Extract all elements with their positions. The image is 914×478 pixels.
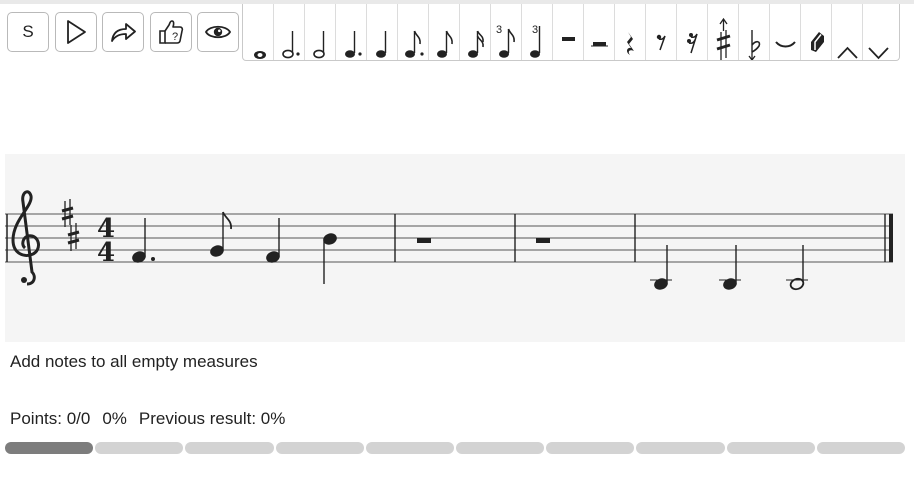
dotted-eighth-note-icon <box>405 30 424 58</box>
palette-move-up[interactable] <box>832 4 863 60</box>
palette-eighth-rest[interactable] <box>646 4 677 60</box>
half-rest-icon <box>591 42 608 47</box>
tie-icon <box>775 41 796 48</box>
progress-segment <box>636 442 725 454</box>
progress-segment <box>365 442 455 454</box>
whole-note-icon <box>254 51 266 59</box>
eye-icon <box>204 25 232 39</box>
flat-down-icon <box>748 30 761 60</box>
palette-half-rest[interactable] <box>584 4 615 60</box>
share-button[interactable] <box>102 12 144 52</box>
play-button[interactable] <box>55 12 97 52</box>
time-signature: 4 4 <box>97 214 115 268</box>
dotted-quarter-note-icon <box>345 31 362 58</box>
hint-button[interactable]: ? <box>150 12 192 52</box>
instruction-text: Add notes to all empty measures <box>10 352 258 371</box>
eighth-triplet-icon: 3 <box>496 24 515 58</box>
exercise-progress <box>5 442 906 454</box>
progress-segment <box>185 442 274 454</box>
palette-eighth-note[interactable] <box>429 4 460 60</box>
previous-result-text: Previous result: 0% <box>138 409 286 428</box>
svg-text:3: 3 <box>496 24 502 36</box>
settings-s-label: S <box>22 22 34 41</box>
svg-text:3: 3 <box>532 24 538 36</box>
key-signature-sharps <box>61 199 80 251</box>
progress-segment <box>275 442 364 454</box>
palette-quarter-triplet[interactable]: 3 <box>522 4 553 60</box>
play-icon <box>67 20 86 44</box>
palette-sharp-up[interactable] <box>708 4 739 60</box>
sixteenth-rest-icon <box>687 33 698 54</box>
progress-segment <box>95 442 184 454</box>
half-note-icon <box>313 31 325 59</box>
palette-quarter-rest[interactable] <box>615 4 646 60</box>
status-bar: Points: 0/0 0% Previous result: 0% <box>10 409 297 429</box>
whole-rest-icon <box>562 37 575 41</box>
chevron-down-icon <box>868 47 889 60</box>
points-text: Points: 0/0 <box>10 409 91 428</box>
palette-sixteenth-rest[interactable] <box>677 4 708 60</box>
measure-2-whole-rest <box>417 238 431 243</box>
share-arrow-icon <box>111 23 136 42</box>
palette-move-down[interactable] <box>863 4 894 60</box>
percent-text: 0% <box>102 409 127 428</box>
quarter-rest-icon <box>627 32 634 55</box>
eighth-rest-icon <box>656 34 666 51</box>
music-staff: 4 4 <box>5 190 893 291</box>
palette-flat-down[interactable] <box>739 4 770 60</box>
show-solution-button[interactable] <box>197 12 239 52</box>
palette-dotted-quarter-note[interactable] <box>336 4 367 60</box>
palette-dotted-eighth-note[interactable] <box>398 4 429 60</box>
eraser-icon <box>811 32 824 52</box>
measure-1 <box>132 211 337 284</box>
palette-whole-rest[interactable] <box>553 4 584 60</box>
thumb-question-icon: ? <box>159 20 184 44</box>
progress-segment <box>456 442 545 454</box>
eighth-note-icon <box>437 30 453 58</box>
progress-segment <box>5 442 94 454</box>
quarter-triplet-icon: 3 <box>530 24 541 58</box>
measure-3-whole-rest <box>536 238 550 243</box>
settings-s-button[interactable]: S <box>7 12 49 52</box>
svg-text:?: ? <box>172 31 178 43</box>
progress-segment <box>726 442 815 454</box>
measure-4 <box>650 245 808 291</box>
sharp-up-icon <box>716 17 731 60</box>
sixteenth-note-icon <box>468 30 484 58</box>
chevron-up-icon <box>837 46 858 59</box>
progress-segment <box>816 442 906 454</box>
dotted-half-note-icon <box>282 31 300 59</box>
palette-eighth-triplet[interactable]: 3 <box>491 4 522 60</box>
palette-eraser[interactable] <box>801 4 832 60</box>
note-palette: 3 3 <box>242 4 900 61</box>
palette-quarter-note[interactable] <box>367 4 398 60</box>
palette-dotted-half-note[interactable] <box>274 4 305 60</box>
progress-segment <box>546 442 635 454</box>
palette-tie[interactable] <box>770 4 801 60</box>
palette-whole-note[interactable] <box>243 4 274 60</box>
svg-text:4: 4 <box>97 238 115 268</box>
quarter-note-icon <box>376 31 387 58</box>
palette-half-note[interactable] <box>305 4 336 60</box>
score-area[interactable]: 4 4 <box>5 154 905 342</box>
palette-sixteenth-note[interactable] <box>460 4 491 60</box>
